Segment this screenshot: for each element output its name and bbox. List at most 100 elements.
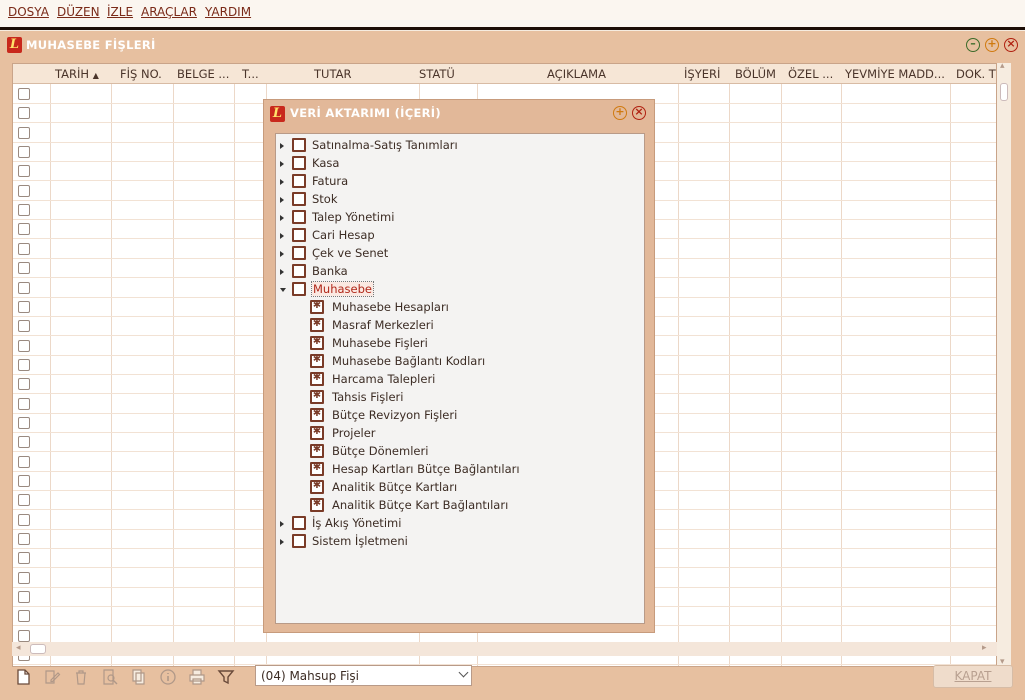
collapsed-arrow-icon[interactable] — [280, 521, 284, 527]
column-header-dok-t[interactable]: DOK. T — [956, 67, 996, 81]
checkbox-icon[interactable] — [292, 264, 306, 278]
collapsed-arrow-icon[interactable] — [280, 215, 284, 221]
menu-yardim[interactable]: YARDIM — [205, 5, 251, 19]
row-checkbox[interactable] — [18, 397, 30, 410]
row-checkbox[interactable] — [18, 436, 30, 449]
collapsed-arrow-icon[interactable] — [280, 251, 284, 257]
checked-checkbox-icon[interactable] — [310, 408, 324, 422]
column-header-ozel[interactable]: ÖZEL ... — [788, 67, 833, 81]
row-checkbox[interactable] — [18, 455, 30, 468]
checked-checkbox-icon[interactable] — [310, 480, 324, 494]
row-checkbox[interactable] — [18, 571, 30, 584]
horizontal-scroll-thumb[interactable] — [30, 644, 46, 654]
checkbox-icon[interactable] — [292, 534, 306, 548]
print-icon[interactable] — [188, 668, 206, 686]
column-header-aciklama[interactable]: AÇIKLAMA — [547, 67, 606, 81]
collapsed-arrow-icon[interactable] — [280, 233, 284, 239]
maximize-icon[interactable]: + — [985, 38, 999, 52]
row-checkbox[interactable] — [18, 107, 30, 120]
row-checkbox[interactable] — [18, 184, 30, 197]
new-document-icon[interactable] — [14, 668, 32, 686]
row-checkbox[interactable] — [18, 475, 30, 487]
row-checkbox[interactable] — [18, 223, 30, 236]
column-header-belge[interactable]: BELGE ... — [177, 67, 229, 81]
minimize-icon[interactable]: – — [966, 38, 980, 52]
menu-dosya[interactable]: DOSYA — [8, 5, 49, 19]
checked-checkbox-icon[interactable] — [310, 498, 324, 512]
row-checkbox[interactable] — [18, 358, 30, 371]
checkbox-icon[interactable] — [292, 192, 306, 206]
row-checkbox[interactable] — [18, 204, 30, 217]
checkbox-icon[interactable] — [292, 174, 306, 188]
column-header-isyeri[interactable]: İŞYERİ — [684, 67, 720, 81]
close-button[interactable]: KAPAT — [933, 665, 1013, 688]
row-checkbox[interactable] — [18, 552, 30, 565]
column-header-tarih[interactable]: TARİH ▲ — [55, 67, 99, 81]
close-icon[interactable]: × — [1004, 38, 1018, 52]
checked-checkbox-icon[interactable] — [310, 372, 324, 386]
info-icon[interactable] — [159, 668, 177, 686]
checked-checkbox-icon[interactable] — [310, 390, 324, 404]
horizontal-scrollbar[interactable]: ◂ ▸ — [12, 642, 997, 656]
collapsed-arrow-icon[interactable] — [280, 143, 284, 149]
delete-icon[interactable] — [72, 668, 90, 686]
scroll-right-icon[interactable]: ▸ — [982, 643, 987, 653]
collapsed-arrow-icon[interactable] — [280, 179, 284, 185]
menu-izle[interactable]: İZLE — [107, 5, 133, 19]
filter-icon[interactable] — [217, 668, 235, 686]
row-checkbox[interactable] — [18, 339, 30, 352]
row-checkbox[interactable] — [18, 513, 30, 526]
row-checkbox[interactable] — [18, 378, 30, 391]
menu-duzen[interactable]: DÜZEN — [57, 5, 100, 19]
checked-checkbox-icon[interactable] — [310, 318, 324, 332]
edit-icon[interactable] — [43, 668, 61, 686]
column-header-bolum[interactable]: BÖLÜM — [735, 67, 776, 81]
column-header-statu[interactable]: STATÜ — [419, 67, 455, 81]
row-checkbox[interactable] — [18, 262, 30, 275]
collapsed-arrow-icon[interactable] — [280, 539, 284, 545]
checkbox-icon[interactable] — [292, 138, 306, 152]
collapsed-arrow-icon[interactable] — [280, 161, 284, 167]
checked-checkbox-icon[interactable] — [310, 300, 324, 314]
vertical-scroll-thumb[interactable] — [1000, 83, 1008, 101]
doc-type-select[interactable]: (04) Mahsup Fişi — [255, 665, 472, 686]
column-header-yevmiye[interactable]: YEVMİYE MADD... — [845, 67, 945, 81]
dialog-close-icon[interactable]: × — [632, 106, 646, 120]
collapsed-arrow-icon[interactable] — [280, 269, 284, 275]
vertical-scrollbar[interactable]: ▴ ▾ — [997, 61, 1011, 671]
row-checkbox[interactable] — [18, 165, 30, 178]
checkbox-icon[interactable] — [292, 516, 306, 530]
checkbox-icon[interactable] — [292, 210, 306, 224]
row-checkbox[interactable] — [18, 416, 30, 429]
expanded-arrow-icon[interactable] — [280, 288, 286, 292]
checked-checkbox-icon[interactable] — [310, 336, 324, 350]
checked-checkbox-icon[interactable] — [310, 462, 324, 476]
column-header-fis-no[interactable]: FİŞ NO. — [120, 67, 162, 81]
row-checkbox[interactable] — [18, 281, 30, 294]
copy-icon[interactable] — [130, 668, 148, 686]
checkbox-icon[interactable] — [292, 246, 306, 260]
collapsed-arrow-icon[interactable] — [280, 197, 284, 203]
row-checkbox[interactable] — [18, 320, 30, 333]
scroll-left-icon[interactable]: ◂ — [16, 643, 21, 653]
menu-araclar[interactable]: ARAÇLAR — [141, 5, 197, 19]
checkbox-icon[interactable] — [292, 228, 306, 242]
dialog-maximize-icon[interactable]: + — [613, 106, 627, 120]
row-checkbox[interactable] — [18, 300, 30, 313]
scroll-up-icon[interactable]: ▴ — [1000, 61, 1005, 71]
row-checkbox[interactable] — [18, 533, 30, 546]
row-checkbox[interactable] — [18, 494, 30, 507]
row-checkbox[interactable] — [18, 242, 30, 255]
row-checkbox[interactable] — [18, 88, 30, 100]
row-checkbox[interactable] — [18, 126, 30, 139]
row-checkbox[interactable] — [18, 591, 30, 604]
column-header-tutar[interactable]: TUTAR — [314, 67, 351, 81]
checkbox-icon[interactable] — [292, 156, 306, 170]
checked-checkbox-icon[interactable] — [310, 354, 324, 368]
checkbox-icon[interactable] — [292, 282, 306, 296]
row-checkbox[interactable] — [18, 629, 30, 642]
row-checkbox[interactable] — [18, 610, 30, 623]
checked-checkbox-icon[interactable] — [310, 444, 324, 458]
row-checkbox[interactable] — [18, 146, 30, 159]
preview-icon[interactable] — [101, 668, 119, 686]
